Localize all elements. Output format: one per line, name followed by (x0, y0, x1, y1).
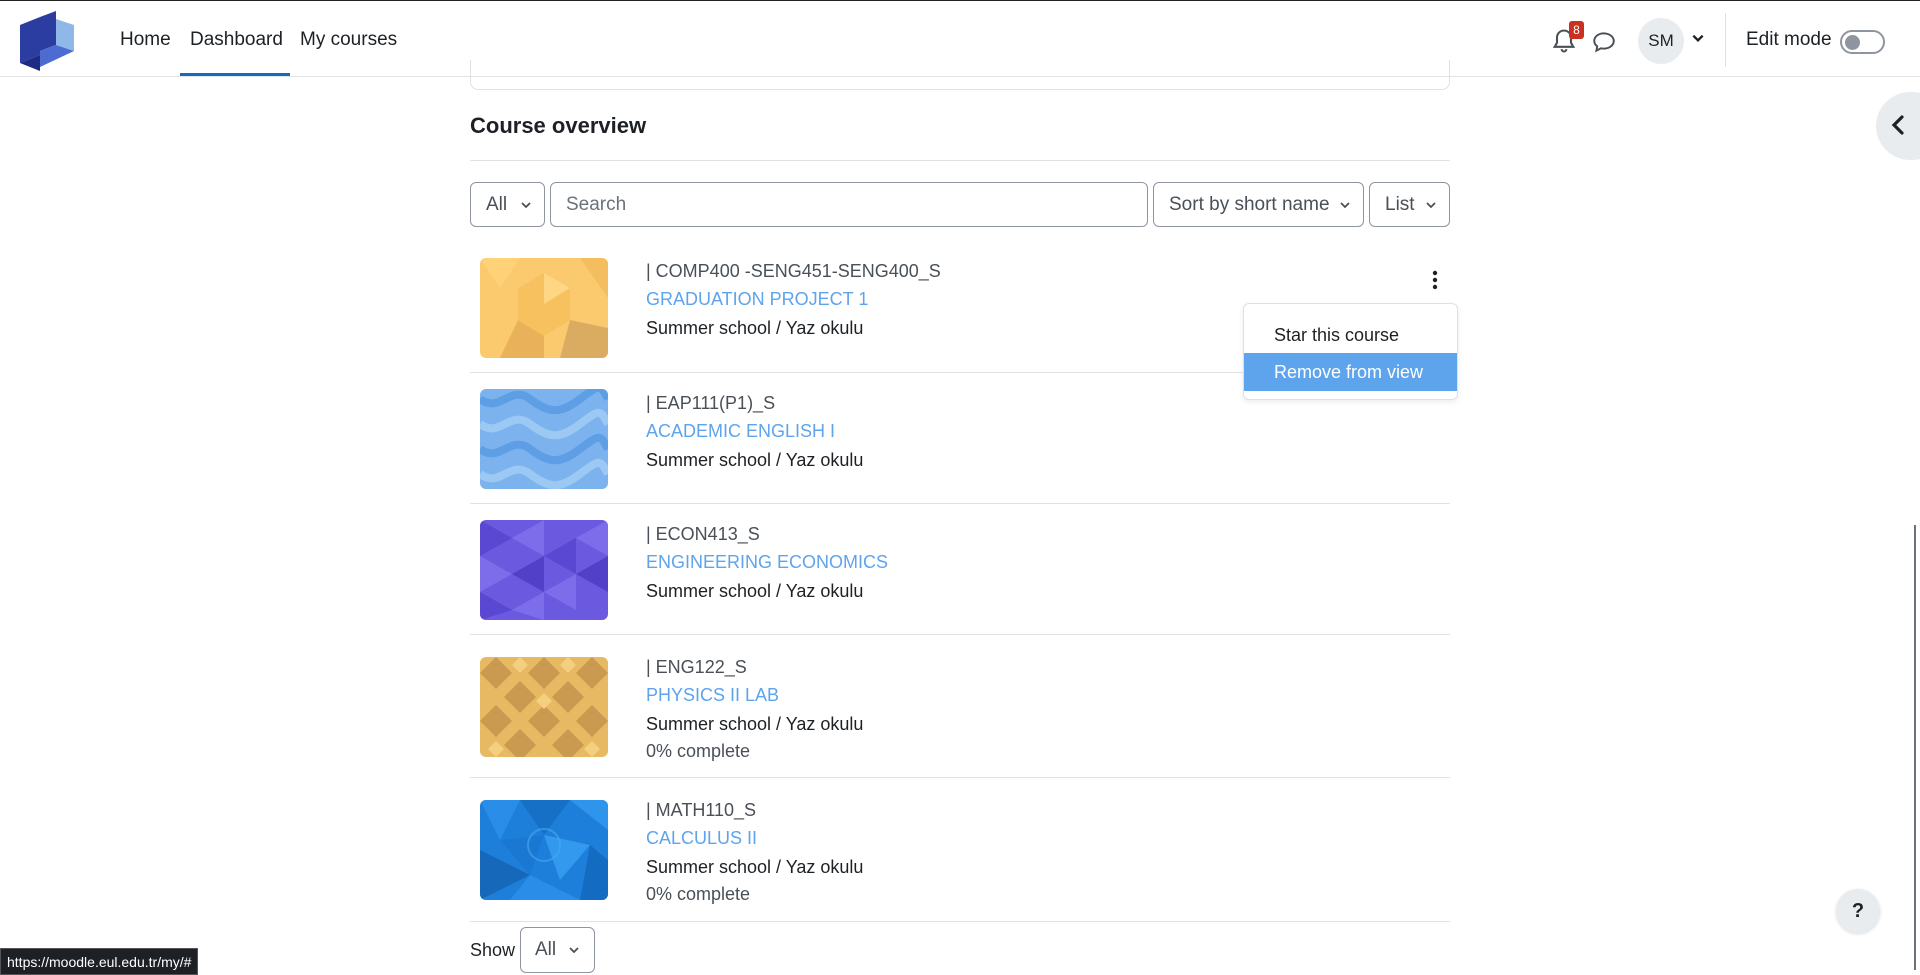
view-dropdown[interactable]: List (1369, 182, 1450, 227)
course-actions-dropdown: Star this course Remove from view (1243, 303, 1458, 400)
grouping-filter-dropdown[interactable]: All (470, 182, 545, 227)
chevron-down-icon (1340, 202, 1350, 209)
help-button[interactable]: ? (1836, 889, 1880, 933)
course-name-link[interactable]: PHYSICS II LAB (646, 681, 863, 709)
course-name-link[interactable]: ACADEMIC ENGLISH I (646, 417, 863, 445)
paging-show-value: All (535, 939, 557, 960)
course-short-name: | ECON413_S (646, 524, 760, 544)
course-category: Summer school / Yaz okulu (646, 318, 864, 338)
course-overview-title: Course overview (470, 113, 647, 138)
nav-active-indicator (180, 73, 290, 76)
sort-label: Sort by short name (1169, 194, 1330, 215)
sort-dropdown[interactable]: Sort by short name (1153, 182, 1364, 227)
star-course-menu-item[interactable]: Star this course (1244, 316, 1457, 354)
course-short-name: | ENG122_S (646, 657, 747, 677)
edit-mode-label: Edit mode (1746, 29, 1832, 50)
course-image[interactable] (480, 389, 608, 489)
site-logo[interactable] (20, 11, 76, 71)
remove-from-view-menu-item[interactable]: Remove from view (1244, 353, 1457, 391)
course-list-item: | ENG122_S PHYSICS II LAB Summer school … (470, 635, 1450, 778)
toggle-knob (1845, 35, 1860, 50)
grouping-filter-label: All (486, 194, 508, 215)
open-block-drawer-button[interactable] (1876, 92, 1920, 160)
course-name-link[interactable]: GRADUATION PROJECT 1 (646, 285, 941, 313)
edit-mode-toggle[interactable] (1840, 30, 1885, 54)
scrollbar-thumb[interactable] (1914, 525, 1916, 970)
chevron-down-icon (569, 947, 579, 954)
course-info: | MATH110_S CALCULUS II Summer school / … (646, 796, 863, 908)
course-image[interactable] (480, 800, 608, 900)
chevron-down-icon[interactable] (1691, 31, 1705, 45)
course-image[interactable] (480, 520, 608, 620)
section-divider (470, 160, 1450, 161)
browser-status-url: https://moodle.eul.edu.tr/my/# (0, 948, 199, 975)
course-name-link[interactable]: ENGINEERING ECONOMICS (646, 548, 888, 576)
course-category: Summer school / Yaz okulu (646, 450, 864, 470)
nav-divider (1725, 13, 1726, 67)
chevron-down-icon (1426, 202, 1436, 209)
course-name-link[interactable]: CALCULUS II (646, 824, 863, 852)
course-info: | ENG122_S PHYSICS II LAB Summer school … (646, 653, 863, 765)
nav-dashboard[interactable]: Dashboard (190, 29, 283, 51)
course-progress: 0% complete (646, 884, 751, 904)
course-category: Summer school / Yaz okulu (646, 714, 864, 734)
course-actions-menu-icon[interactable] (1428, 268, 1442, 292)
user-avatar[interactable]: SM (1638, 18, 1684, 64)
previous-block-edge (470, 60, 1450, 90)
course-info: | COMP400 -SENG451-SENG400_S GRADUATION … (646, 257, 941, 341)
course-search-input[interactable] (550, 182, 1148, 227)
nav-home[interactable]: Home (120, 29, 171, 51)
course-info: | EAP111(P1)_S ACADEMIC ENGLISH I Summer… (646, 389, 863, 473)
course-short-name: | MATH110_S (646, 800, 757, 820)
course-category: Summer school / Yaz okulu (646, 857, 864, 877)
course-list-item: | MATH110_S CALCULUS II Summer school / … (470, 778, 1450, 922)
chevron-left-icon (1891, 115, 1904, 135)
paging-show-dropdown[interactable]: All (520, 927, 595, 973)
view-label: List (1385, 194, 1415, 215)
show-label: Show (470, 940, 516, 960)
course-image[interactable] (480, 657, 608, 757)
course-category: Summer school / Yaz okulu (646, 581, 864, 601)
course-image[interactable] (480, 258, 608, 358)
course-list-item: | ECON413_S ENGINEERING ECONOMICS Summer… (470, 504, 1450, 635)
messages-icon[interactable] (1590, 29, 1618, 55)
course-short-name: | COMP400 -SENG451-SENG400_S (646, 261, 941, 281)
course-short-name: | EAP111(P1)_S (646, 393, 776, 413)
course-progress: 0% complete (646, 741, 751, 761)
notification-count-badge: 8 (1569, 21, 1584, 39)
course-info: | ECON413_S ENGINEERING ECONOMICS Summer… (646, 520, 888, 604)
nav-my-courses[interactable]: My courses (300, 29, 397, 51)
chevron-down-icon (521, 202, 531, 209)
